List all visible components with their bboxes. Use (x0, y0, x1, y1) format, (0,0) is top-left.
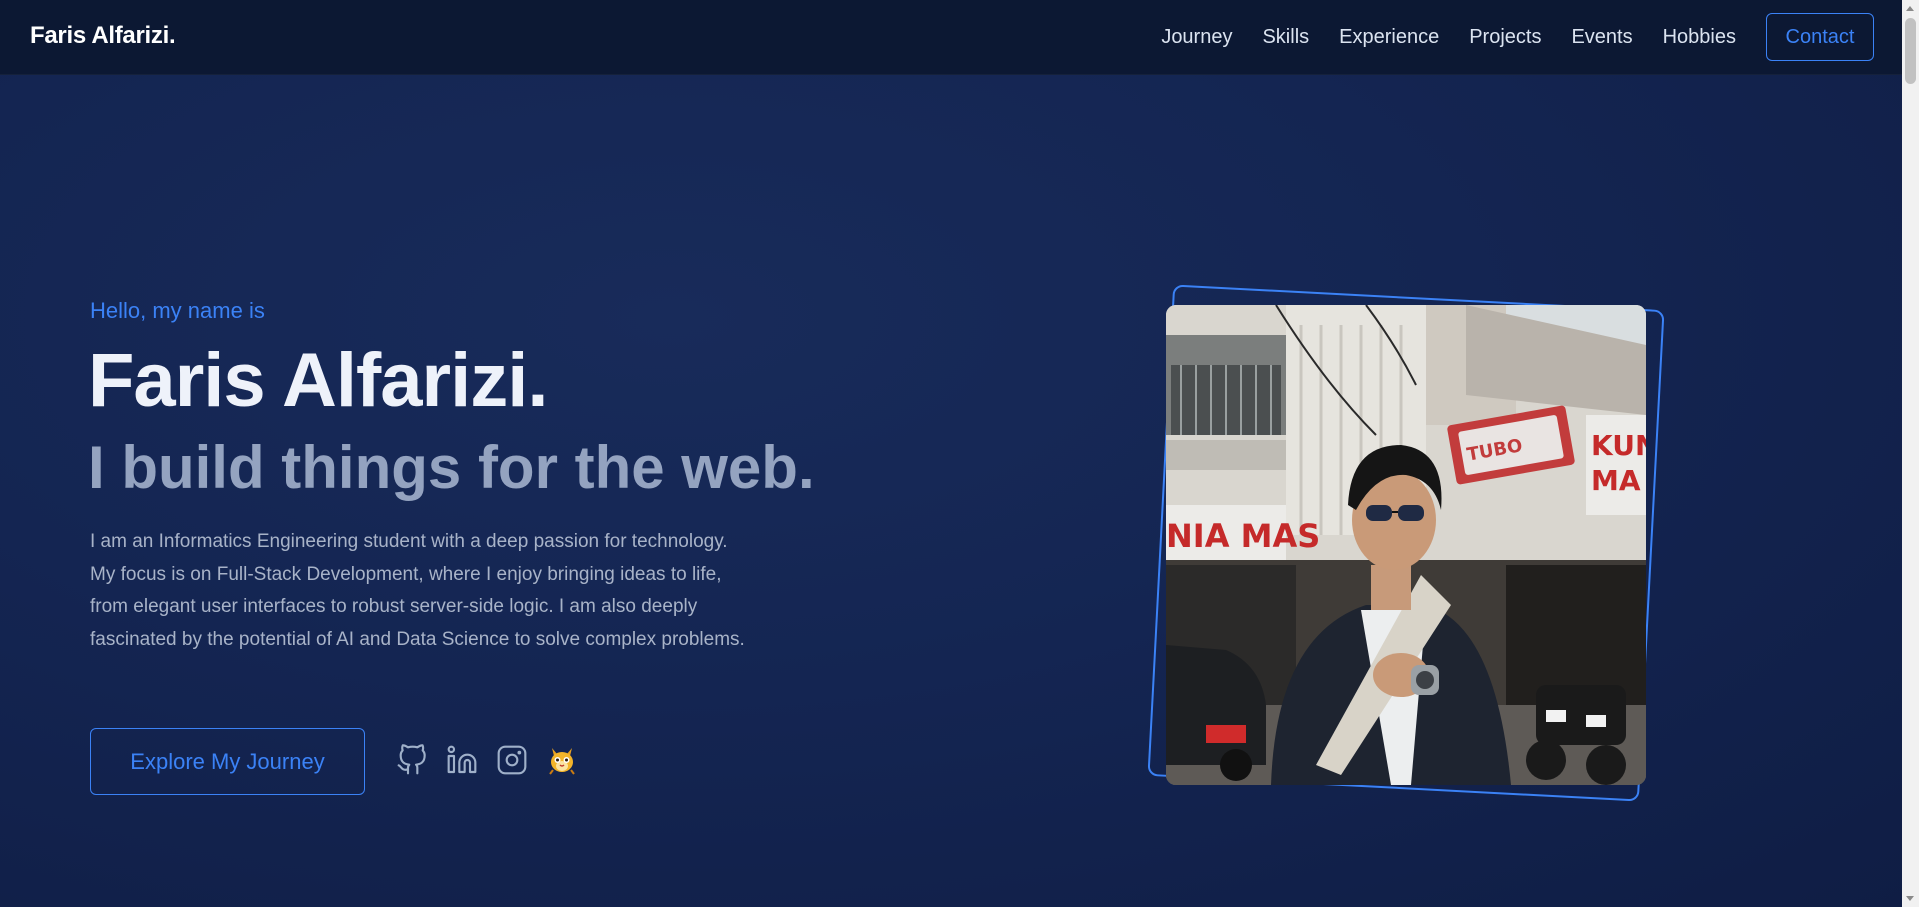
hero-name: Faris Alfarizi. (88, 338, 548, 423)
scrollbar-thumb[interactable] (1905, 18, 1916, 84)
nav-link-journey[interactable]: Journey (1161, 12, 1232, 62)
hero-description: I am an Informatics Engineering student … (90, 531, 745, 650)
scroll-down-arrow-icon[interactable] (1906, 896, 1914, 901)
linkedin-icon[interactable] (446, 744, 478, 776)
instagram-icon[interactable] (496, 744, 528, 776)
brand-logo[interactable]: Faris Alfarizi. (30, 22, 176, 50)
mascot-icon[interactable] (546, 744, 578, 776)
nav-link-events[interactable]: Events (1571, 12, 1632, 62)
contact-button[interactable]: Contact (1766, 13, 1874, 61)
hero-tagline: I build things for the web. (88, 434, 815, 501)
scrollbar[interactable] (1902, 0, 1919, 907)
profile-photo: TUBO NIA MAS KUN MA (1166, 305, 1646, 785)
social-links (396, 744, 596, 776)
navbar: Faris Alfarizi. Journey Skills Experienc… (0, 0, 1902, 75)
nav-link-experience[interactable]: Experience (1339, 12, 1439, 62)
svg-text:MA: MA (1591, 464, 1641, 497)
page: Faris Alfarizi. Journey Skills Experienc… (0, 0, 1902, 907)
nav-link-projects[interactable]: Projects (1469, 12, 1541, 62)
explore-journey-button[interactable]: Explore My Journey (90, 728, 365, 795)
nav-link-skills[interactable]: Skills (1262, 12, 1309, 62)
svg-text:KUN: KUN (1591, 429, 1646, 462)
github-icon[interactable] (396, 744, 428, 776)
nav-link-hobbies[interactable]: Hobbies (1663, 12, 1736, 62)
svg-text:NIA MAS: NIA MAS (1166, 517, 1320, 555)
nav-links: Journey Skills Experience Projects Event… (1131, 12, 1874, 62)
hero-greeting: Hello, my name is (90, 298, 265, 323)
scroll-up-arrow-icon[interactable] (1906, 6, 1914, 11)
